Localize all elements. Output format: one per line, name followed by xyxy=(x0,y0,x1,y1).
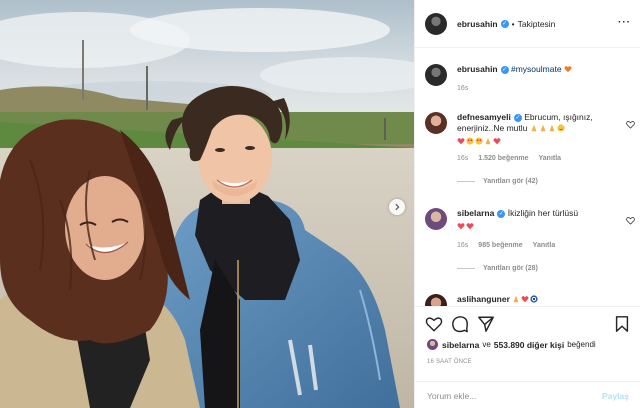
author-username[interactable]: ebrusahin xyxy=(457,19,498,29)
verified-badge-icon: ✓ xyxy=(497,209,506,218)
folded-hands-icon xyxy=(531,124,537,132)
commenter-avatar[interactable] xyxy=(425,112,447,134)
caption-time: 16s xyxy=(457,85,469,92)
comment-icon[interactable] xyxy=(451,315,469,333)
red-heart-icon xyxy=(457,138,465,145)
author-avatar[interactable] xyxy=(425,12,447,35)
commenter-avatar[interactable] xyxy=(425,294,447,306)
more-options-icon[interactable]: ··· xyxy=(618,18,631,28)
chevron-right-icon xyxy=(395,203,400,211)
comment-emojis xyxy=(530,123,566,133)
caption-body: ebrusahin ✓ #mysoulmate 16s xyxy=(457,64,617,94)
comment-meta: 16s 985 beğenme Yanıtla xyxy=(457,240,617,251)
reply-button[interactable]: Yanıtla xyxy=(539,153,562,164)
comment-time: 16s xyxy=(457,242,469,249)
comment-author[interactable]: defnesamyeli xyxy=(457,112,511,122)
caption-avatar[interactable] xyxy=(425,64,447,86)
likes-others[interactable]: 553.890 diğer kişi xyxy=(494,340,564,350)
folded-hands-icon xyxy=(549,124,555,132)
post-header: ebrusahin ✓ • Takiptesin ··· xyxy=(415,0,640,48)
comment-meta: 16s 1.520 beğenme Yanıtla xyxy=(457,153,617,164)
post-timestamp[interactable]: 16 SAAT ÖNCE xyxy=(427,359,472,365)
caption-meta: 16s xyxy=(457,83,617,94)
replies-divider xyxy=(457,268,475,269)
likes-joiner: ve xyxy=(482,340,491,349)
view-replies-button[interactable]: Yanıtları gör (28) xyxy=(457,263,617,274)
caption-row: ebrusahin ✓ #mysoulmate 16s xyxy=(425,64,635,104)
like-comment-heart-icon[interactable] xyxy=(626,120,635,129)
heart-eyes-face-icon xyxy=(475,137,483,145)
nazar-amulet-icon xyxy=(530,295,538,303)
post-photo[interactable] xyxy=(0,0,414,408)
comment-row: defnesamyeli ✓ Ebrucum, ışığınız, enerjin… xyxy=(425,112,635,196)
comment-body: aslihanguner xyxy=(457,294,617,305)
folded-hands-icon xyxy=(485,137,491,145)
comments-list: ebrusahin ✓ #mysoulmate 16s defnesamyeli ✓… xyxy=(415,48,640,306)
post-actions: sibelarna ve 553.890 diğer kişi beğendi … xyxy=(415,306,640,408)
comment-emojis-line2 xyxy=(457,136,617,147)
comment-likes[interactable]: 985 beğenme xyxy=(478,240,522,251)
red-heart-icon xyxy=(493,138,501,145)
caption-author[interactable]: ebrusahin xyxy=(457,64,498,74)
commenter-avatar[interactable] xyxy=(425,208,447,230)
next-photo-button[interactable] xyxy=(389,199,405,215)
caption-hashtag[interactable]: #mysoulmate xyxy=(511,64,562,74)
comment-input[interactable] xyxy=(427,390,603,401)
separator-dot: • xyxy=(511,18,515,29)
red-heart-icon xyxy=(466,223,474,230)
comment-body: defnesamyeli ✓ Ebrucum, ışığınız, enerjin… xyxy=(457,112,617,187)
smiling-face-icon xyxy=(557,124,565,132)
likes-verb: beğendi xyxy=(567,340,596,349)
view-replies-button[interactable]: Yanıtları gör (42) xyxy=(457,176,617,187)
verified-badge-icon: ✓ xyxy=(500,65,509,74)
liker-username[interactable]: sibelarna xyxy=(442,340,479,350)
red-heart-icon xyxy=(521,296,529,303)
comment-row: sibelarna ✓ İkizliğin her türlüsü 16s 985… xyxy=(425,208,635,284)
comment-likes[interactable]: 1.520 beğenme xyxy=(478,153,528,164)
bookmark-icon[interactable] xyxy=(613,315,631,333)
comment-body: sibelarna ✓ İkizliğin her türlüsü 16s 985… xyxy=(457,208,617,274)
follow-state-button[interactable]: Takiptesin xyxy=(518,19,556,29)
comment-composer: Paylaş xyxy=(415,381,640,408)
replies-divider xyxy=(457,181,475,182)
verified-badge-icon: ✓ xyxy=(500,19,509,28)
like-comment-heart-icon[interactable] xyxy=(626,216,635,225)
post-side-panel: ebrusahin ✓ • Takiptesin ··· ebrusahin ✓ … xyxy=(414,0,640,408)
view-replies-label: Yanıtları gör (42) xyxy=(483,178,538,185)
view-replies-label: Yanıtları gör (28) xyxy=(483,265,538,272)
comment-author[interactable]: aslihanguner xyxy=(457,294,510,304)
verified-badge-icon: ✓ xyxy=(513,113,522,122)
heart-icon[interactable] xyxy=(425,315,443,333)
comment-time: 16s xyxy=(457,155,469,162)
folded-hands-icon xyxy=(540,124,546,132)
selfie-image xyxy=(0,0,414,408)
comment-author[interactable]: sibelarna xyxy=(457,208,494,218)
comment-emojis xyxy=(457,221,617,232)
orange-heart-icon xyxy=(564,66,572,73)
liker-avatar[interactable] xyxy=(427,339,438,350)
comment-text: İkizliğin her türlüsü xyxy=(507,208,579,218)
post-comment-button[interactable]: Paylaş xyxy=(602,391,629,401)
comment-row: aslihanguner xyxy=(425,294,635,306)
reply-button[interactable]: Yanıtla xyxy=(533,240,556,251)
share-icon[interactable] xyxy=(477,315,495,333)
likes-summary: sibelarna ve 553.890 diğer kişi beğendi xyxy=(427,339,596,350)
instagram-post-view: ebrusahin ✓ • Takiptesin ··· ebrusahin ✓ … xyxy=(0,0,640,408)
heart-eyes-face-icon xyxy=(466,137,474,145)
folded-hands-icon xyxy=(513,295,519,303)
red-heart-icon xyxy=(457,223,465,230)
